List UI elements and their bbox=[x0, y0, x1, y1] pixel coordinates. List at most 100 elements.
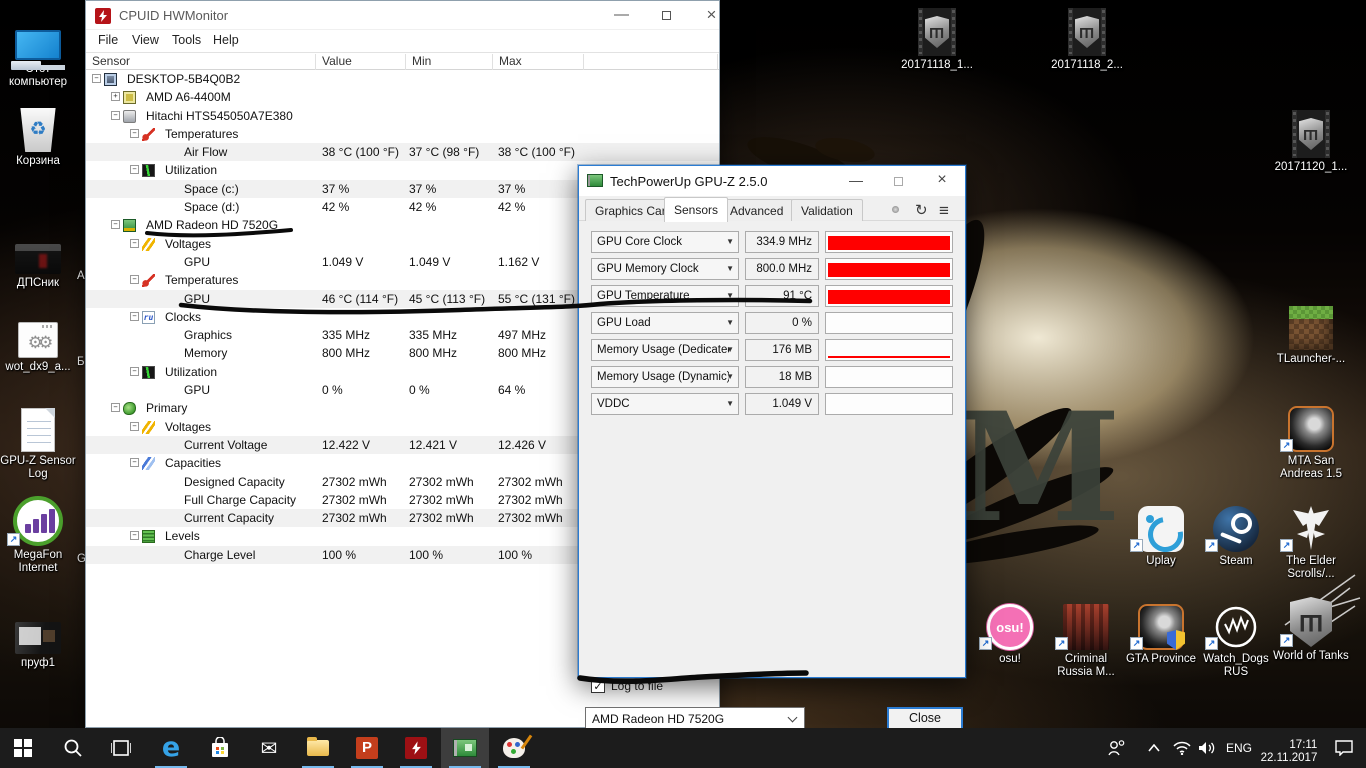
menu-tools[interactable]: Tools bbox=[172, 33, 201, 47]
sensor-select-dropdown[interactable]: Memory Usage (Dedicated) ▼ bbox=[591, 339, 739, 361]
gpuz-sensor-row: GPU Load ▼ 0 % bbox=[579, 312, 965, 334]
log-to-file-checkbox[interactable]: ✓ bbox=[591, 679, 605, 693]
minimize-button[interactable]: — bbox=[599, 1, 644, 30]
column-max[interactable]: Max bbox=[493, 54, 584, 70]
mta-icon bbox=[1273, 400, 1349, 452]
text-document-icon bbox=[0, 400, 76, 452]
hwmonitor-titlebar[interactable]: CPUID HWMonitor — × bbox=[86, 1, 719, 30]
sensor-value: 46 °C (114 °F) bbox=[322, 291, 399, 306]
sensor-min: 27302 mWh bbox=[409, 511, 474, 526]
icon-label: Steam bbox=[1219, 555, 1253, 567]
refresh-icon[interactable]: ↻ bbox=[915, 201, 928, 219]
tree-expander[interactable]: − bbox=[111, 403, 120, 413]
tree-expander[interactable]: − bbox=[92, 74, 101, 83]
gpuz-titlebar[interactable]: TechPowerUp GPU-Z 2.5.0 — × bbox=[579, 166, 965, 196]
sensor-reading: 18 MB bbox=[745, 366, 819, 388]
sensor-tree-row[interactable]: − Hitachi HTS545050A7E380 bbox=[86, 107, 719, 125]
taskbar-edge-button[interactable]: e bbox=[147, 728, 195, 768]
tray-overflow-chevron[interactable] bbox=[1140, 728, 1168, 768]
task-view-button[interactable] bbox=[98, 728, 144, 768]
sensor-tree-row[interactable]: − Temperatures bbox=[86, 125, 719, 143]
maximize-button[interactable] bbox=[644, 1, 689, 30]
menu-icon[interactable]: ≡ bbox=[939, 201, 949, 221]
desktop-icon-pruf1[interactable]: пруф1 bbox=[0, 602, 76, 670]
desktop-icon-tlauncher[interactable]: TLauncher-... bbox=[1273, 298, 1349, 366]
close-button[interactable]: × bbox=[689, 1, 734, 30]
menu-help[interactable]: Help bbox=[213, 33, 239, 47]
sensor-select-dropdown[interactable]: GPU Core Clock ▼ bbox=[591, 231, 739, 253]
tab-sensors[interactable]: Sensors bbox=[664, 197, 729, 222]
tree-expander[interactable]: + bbox=[111, 92, 120, 102]
column-min[interactable]: Min bbox=[406, 54, 493, 70]
close-dialog-button[interactable]: Close bbox=[887, 707, 963, 730]
taskbar-gpuz-button[interactable] bbox=[441, 728, 489, 768]
sensor-tree-row[interactable]: + AMD A6-4400M bbox=[86, 88, 719, 106]
tree-expander[interactable]: − bbox=[130, 128, 139, 138]
tree-expander[interactable]: − bbox=[111, 220, 120, 230]
maximize-button[interactable] bbox=[879, 166, 917, 196]
start-button[interactable] bbox=[0, 728, 46, 768]
device-selector-dropdown[interactable]: AMD Radeon HD 7520G bbox=[585, 707, 805, 729]
desktop-icon-gpuz-sensor-log[interactable]: GPU-Z Sensor Log bbox=[0, 400, 76, 481]
desktop-icon-replay-20171120-1[interactable]: Ш 20171120_1... bbox=[1273, 106, 1349, 174]
tree-expander[interactable]: − bbox=[130, 238, 139, 248]
menu-view[interactable]: View bbox=[132, 33, 159, 47]
tree-expander[interactable]: − bbox=[130, 275, 139, 285]
desktop-icon-osu[interactable]: osu! osu! bbox=[972, 598, 1048, 666]
tree-item-icon bbox=[142, 237, 155, 251]
taskbar-paint-button[interactable] bbox=[490, 728, 538, 768]
action-center-button[interactable] bbox=[1326, 728, 1362, 768]
desktop-icon-world-of-tanks[interactable]: Ш World of Tanks bbox=[1273, 595, 1349, 663]
taskbar-powerpoint-button[interactable]: P bbox=[343, 728, 391, 768]
shortcut-arrow-icon bbox=[1205, 539, 1218, 552]
people-tray-button[interactable] bbox=[1100, 728, 1134, 768]
tree-expander[interactable]: − bbox=[130, 531, 139, 541]
taskbar-explorer-button[interactable] bbox=[294, 728, 342, 768]
sensor-select-dropdown[interactable]: GPU Temperature ▼ bbox=[591, 285, 739, 307]
taskbar-store-button[interactable] bbox=[196, 728, 244, 768]
desktop-icon-this-pc[interactable]: Этот компьютер bbox=[0, 8, 76, 89]
sensor-tree-row[interactable]: − DESKTOP-5B4Q0B2 bbox=[86, 70, 719, 88]
desktop-icon-dpsnik[interactable]: ДПСник bbox=[0, 222, 76, 290]
tree-expander[interactable]: − bbox=[130, 421, 139, 431]
desktop-icon-gta-province[interactable]: GTA Province bbox=[1123, 598, 1199, 666]
icon-label: TLauncher-... bbox=[1276, 353, 1346, 365]
taskbar-mail-button[interactable]: ✉ bbox=[245, 728, 293, 768]
taskbar-hwmonitor-button[interactable] bbox=[392, 728, 440, 768]
language-indicator[interactable]: ENG bbox=[1222, 728, 1256, 768]
desktop-icon-mta[interactable]: MTA San Andreas 1.5 bbox=[1273, 400, 1349, 481]
gpuz-sensor-row: GPU Temperature ▼ 91 °C bbox=[579, 285, 965, 307]
sensor-select-dropdown[interactable]: VDDC ▼ bbox=[591, 393, 739, 415]
sensor-select-dropdown[interactable]: GPU Load ▼ bbox=[591, 312, 739, 334]
column-value[interactable]: Value bbox=[316, 54, 406, 70]
desktop-icon-replay-20171118-2[interactable]: Ш 20171118_2... bbox=[1049, 4, 1125, 72]
desktop-icon-megafon-internet[interactable]: MegaFon Internet bbox=[0, 494, 76, 575]
column-sensor[interactable]: Sensor bbox=[86, 54, 316, 70]
volume-tray-button[interactable] bbox=[1192, 728, 1222, 768]
minimize-button[interactable]: — bbox=[837, 166, 875, 196]
clock-tray[interactable]: 17:11 22.11.2017 bbox=[1256, 728, 1322, 768]
search-button[interactable] bbox=[50, 728, 96, 768]
sensor-select-dropdown[interactable]: GPU Memory Clock ▼ bbox=[591, 258, 739, 280]
menu-file[interactable]: File bbox=[98, 33, 118, 47]
desktop-icon-replay-20171118-1[interactable]: Ш 20171118_1... bbox=[899, 4, 975, 72]
tree-expander[interactable]: − bbox=[130, 366, 139, 376]
sensor-tree-row[interactable]: Air Flow 38 °C (100 °F) 37 °C (98 °F) 38… bbox=[86, 143, 719, 162]
desktop-icon-criminal-russia[interactable]: Criminal Russia M... bbox=[1048, 598, 1124, 679]
desktop-icon-steam[interactable]: Steam bbox=[1198, 500, 1274, 568]
desktop-icon-uplay[interactable]: Uplay bbox=[1123, 500, 1199, 568]
tab-advanced[interactable]: Advanced bbox=[720, 199, 794, 221]
desktop-icon-watch-dogs[interactable]: Watch_Dogs RUS bbox=[1198, 598, 1274, 679]
tree-expander[interactable]: − bbox=[130, 458, 139, 468]
sensor-select-dropdown[interactable]: Memory Usage (Dynamic) ▼ bbox=[591, 366, 739, 388]
close-button[interactable]: × bbox=[923, 166, 961, 196]
tree-expander[interactable]: − bbox=[111, 110, 120, 120]
tree-expander[interactable]: − bbox=[130, 165, 139, 175]
desktop-icon-wot-dx9[interactable]: wot_dx9_a... bbox=[0, 306, 76, 374]
sensor-name: GPU bbox=[184, 383, 211, 398]
icon-label: ДПСник bbox=[16, 277, 60, 289]
desktop-icon-elder-scrolls[interactable]: The Elder Scrolls/... bbox=[1273, 500, 1349, 581]
desktop-icon-recycle-bin[interactable]: Корзина bbox=[0, 100, 76, 168]
tab-validation[interactable]: Validation bbox=[791, 199, 863, 221]
tree-expander[interactable]: − bbox=[130, 311, 139, 321]
